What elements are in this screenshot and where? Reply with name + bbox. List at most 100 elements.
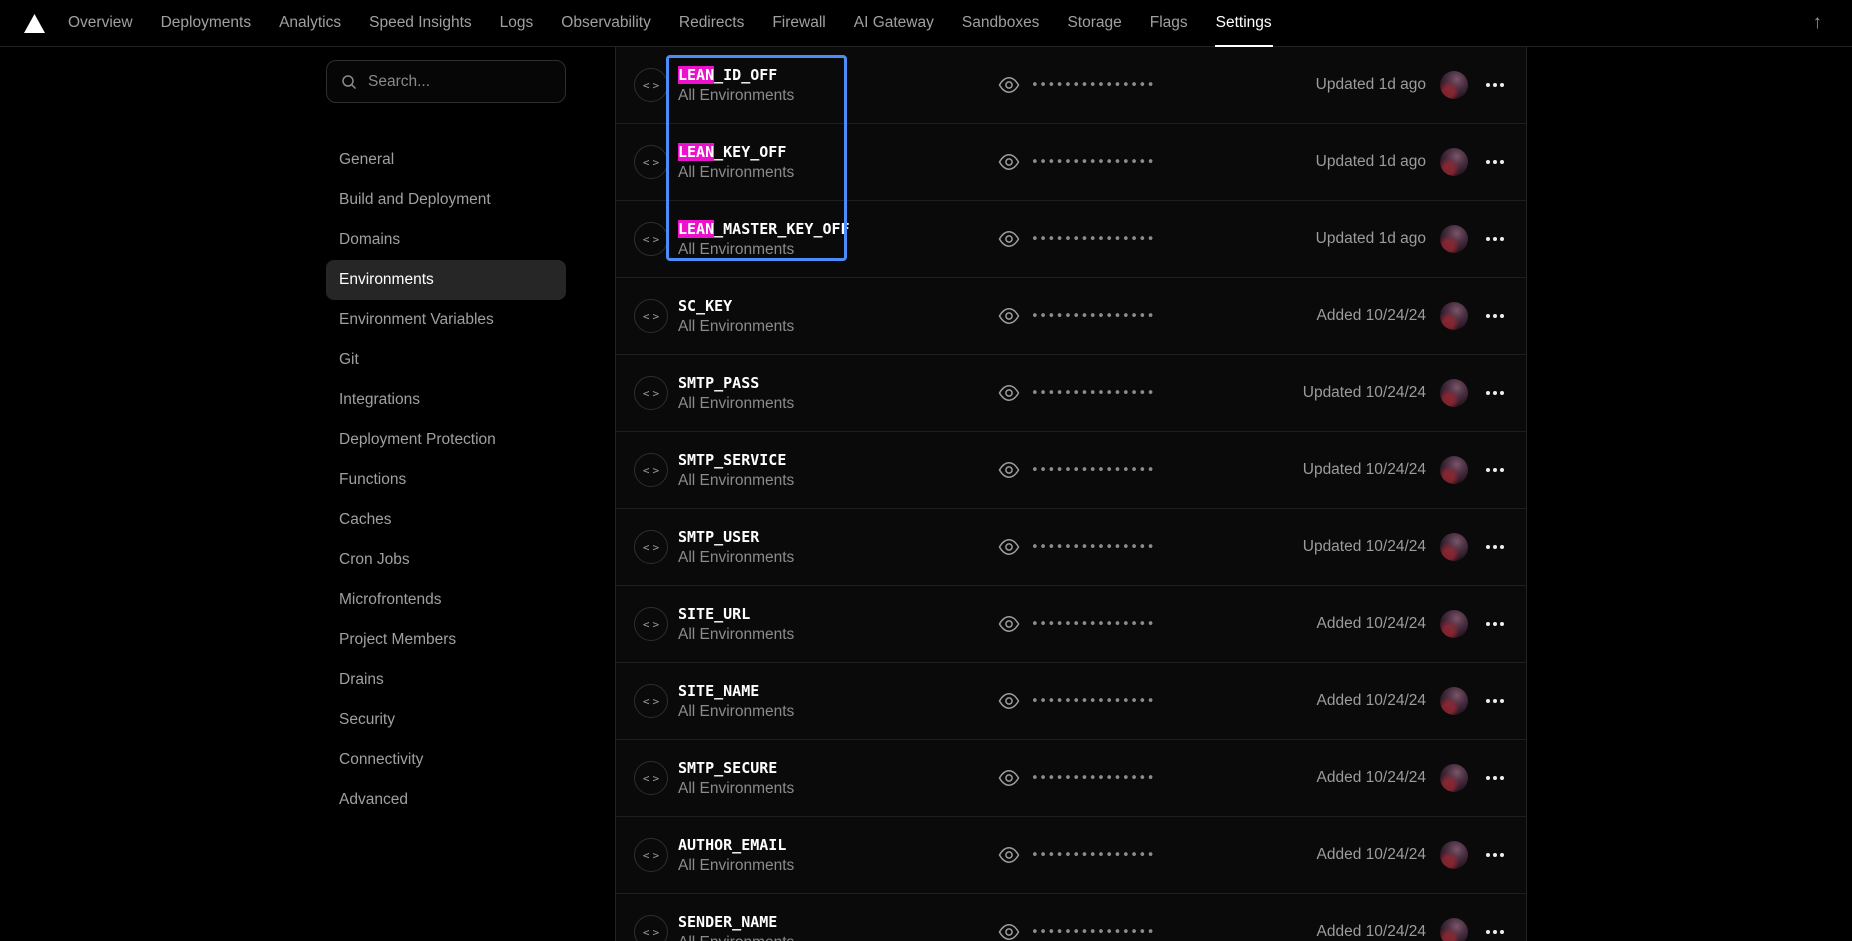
vercel-logo-icon[interactable] [24,0,45,46]
row-menu-button[interactable] [1484,539,1506,555]
sidebar-item[interactable]: Git [326,340,566,380]
code-icon-left-chevron: < [643,772,650,785]
sidebar-item[interactable]: Environment Variables [326,300,566,340]
code-icon[interactable]: < > [634,838,668,872]
row-menu-button[interactable] [1484,308,1506,324]
code-icon[interactable]: < > [634,761,668,795]
code-icon-left-chevron: < [643,387,650,400]
nav-tab[interactable]: Redirects [665,0,758,46]
nav-tab[interactable]: Settings [1202,0,1286,46]
reveal-value-button[interactable] [998,228,1020,250]
sidebar-item[interactable]: Cron Jobs [326,540,566,580]
sidebar-item-label: Drains [339,671,384,689]
sidebar-item[interactable]: Project Members [326,620,566,660]
eye-icon [998,844,1020,866]
reveal-value-button[interactable] [998,613,1020,635]
top-nav: Overview Deployments Analytics Speed Ins… [0,0,1852,47]
nav-tab[interactable]: Storage [1053,0,1135,46]
nav-tab[interactable]: AI Gateway [840,0,948,46]
sidebar-item[interactable]: Domains [326,220,566,260]
env-var-value-group: ••••••••••••••• [998,767,1155,789]
sidebar-item[interactable]: Caches [326,500,566,540]
sidebar-item-label: Functions [339,471,406,489]
row-timestamp: Updated 1d ago [1316,153,1426,171]
reveal-value-button[interactable] [998,74,1020,96]
reveal-value-button[interactable] [998,382,1020,404]
sidebar-item[interactable]: Integrations [326,380,566,420]
nav-tab[interactable]: Speed Insights [355,0,486,46]
sidebar-item[interactable]: Build and Deployment [326,180,566,220]
row-menu-button[interactable] [1484,693,1506,709]
row-menu-button[interactable] [1484,77,1506,93]
code-icon[interactable]: < > [634,915,668,941]
env-var-value-group: ••••••••••••••• [998,536,1155,558]
nav-tab[interactable]: Overview [54,0,147,46]
env-var-name: SMTP_PASS [678,374,998,393]
code-icon[interactable]: < > [634,299,668,333]
row-menu-button[interactable] [1484,462,1506,478]
ellipsis-icon [1500,622,1504,626]
code-icon[interactable]: < > [634,68,668,102]
row-menu-button[interactable] [1484,847,1506,863]
env-var-name-rest: SMTP_PASS [678,374,759,392]
nav-tab[interactable]: Observability [547,0,665,46]
sidebar-item[interactable]: Connectivity [326,740,566,780]
reveal-value-button[interactable] [998,536,1020,558]
reveal-value-button[interactable] [998,767,1020,789]
ellipsis-icon [1486,391,1490,395]
search-input[interactable] [368,73,551,91]
code-icon[interactable]: < > [634,376,668,410]
code-icon[interactable]: < > [634,530,668,564]
sidebar-item-label: Environment Variables [339,311,494,329]
search-box[interactable] [326,60,566,103]
nav-tab[interactable]: Firewall [758,0,839,46]
env-var-scope: All Environments [678,703,998,721]
env-var-name: SMTP_SECURE [678,759,998,778]
code-icon[interactable]: < > [634,145,668,179]
reveal-value-button[interactable] [998,921,1020,941]
nav-tab[interactable]: Sandboxes [948,0,1054,46]
masked-value: ••••••••••••••• [1031,464,1155,477]
code-icon[interactable]: < > [634,222,668,256]
env-var-name-rest: SMTP_USER [678,528,759,546]
nav-tab[interactable]: Analytics [265,0,355,46]
row-menu-button[interactable] [1484,154,1506,170]
row-menu-button[interactable] [1484,385,1506,401]
ellipsis-icon [1500,468,1504,472]
sidebar-item[interactable]: Functions [326,460,566,500]
row-menu-button[interactable] [1484,924,1506,940]
avatar [1440,918,1468,941]
reveal-value-button[interactable] [998,459,1020,481]
code-icon[interactable]: < > [634,607,668,641]
up-arrow-icon[interactable]: ↑ [1809,0,1827,46]
sidebar-item[interactable]: Advanced [326,780,566,820]
nav-tab[interactable]: Flags [1136,0,1202,46]
nav-tab[interactable]: Deployments [147,0,265,46]
env-var-name-column: LEAN_KEY_OFF All Environments [678,143,998,182]
nav-tab-label: Analytics [279,14,341,32]
sidebar-item[interactable]: Microfrontends [326,580,566,620]
row-menu-button[interactable] [1484,616,1506,632]
sidebar-item-label: General [339,151,394,169]
reveal-value-button[interactable] [998,305,1020,327]
sidebar-item[interactable]: Deployment Protection [326,420,566,460]
sidebar-item[interactable]: Drains [326,660,566,700]
env-var-value-group: ••••••••••••••• [998,459,1155,481]
reveal-value-button[interactable] [998,844,1020,866]
code-icon-left-chevron: < [643,310,650,323]
sidebar-item[interactable]: General [326,140,566,180]
sidebar-item[interactable]: Security [326,700,566,740]
sidebar-item[interactable]: Environments [326,260,566,300]
reveal-value-button[interactable] [998,690,1020,712]
code-icon[interactable]: < > [634,684,668,718]
env-var-name-rest: SENDER_NAME [678,913,777,931]
reveal-value-button[interactable] [998,151,1020,173]
ellipsis-icon [1493,699,1497,703]
row-menu-button[interactable] [1484,231,1506,247]
code-icon[interactable]: < > [634,453,668,487]
sidebar-item-label: Git [339,351,359,369]
row-menu-button[interactable] [1484,770,1506,786]
ellipsis-icon [1493,160,1497,164]
nav-tab[interactable]: Logs [486,0,548,46]
nav-tab-label: Observability [561,14,651,32]
